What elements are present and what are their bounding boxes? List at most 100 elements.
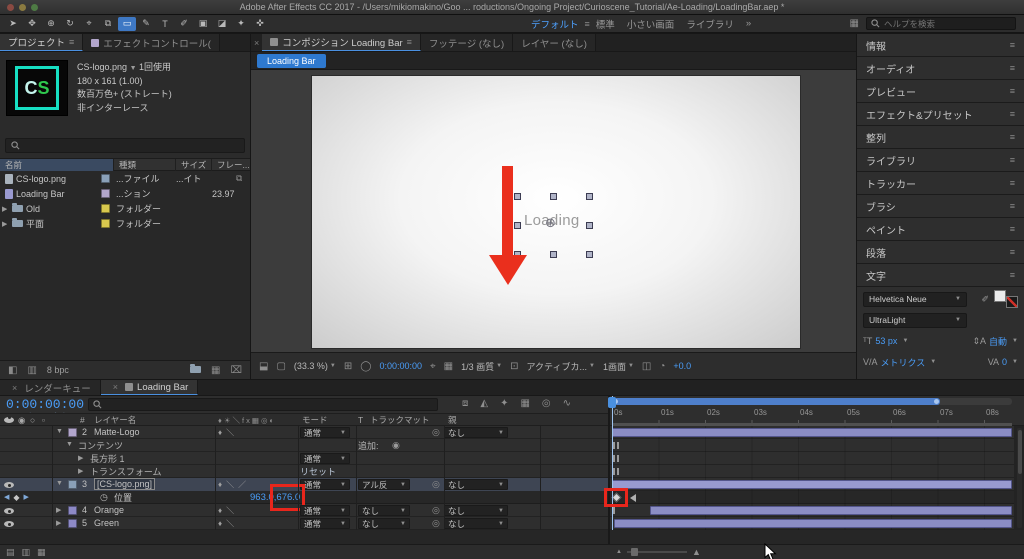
selection-handle[interactable] [586, 193, 593, 200]
snapshot-icon[interactable]: ▢ [276, 361, 285, 372]
panel-tab-brushes[interactable]: ブラシ ≡ [857, 195, 1024, 218]
trackmatte-dropdown[interactable]: なし ▼ [358, 518, 410, 529]
layer-duration-bar[interactable] [614, 519, 1012, 528]
column-header-layer-name[interactable]: レイヤー名 [94, 414, 136, 426]
label-color-chip[interactable] [101, 219, 110, 228]
layer-label-chip[interactable] [68, 480, 77, 489]
anchor-point-icon[interactable]: ⊕ [545, 215, 556, 231]
magnification-dropdown[interactable]: (33.3 %) ▼ [294, 361, 336, 371]
pan-behind-tool-icon[interactable]: ⧉ [99, 17, 117, 31]
add-keyframe-icon[interactable]: ◆ [13, 493, 19, 502]
toggle-layer-switches-icon[interactable]: ▤ [6, 547, 15, 558]
selection-handle[interactable] [550, 251, 557, 258]
eyedropper-icon[interactable]: ✐ [981, 294, 989, 305]
selection-tool-icon[interactable]: ➤ [4, 17, 22, 31]
column-header-mode[interactable]: モード [302, 414, 328, 426]
footage-thumbnail[interactable]: CS [6, 60, 68, 116]
panel-tab-effects-presets[interactable]: エフェクト&プリセット ≡ [857, 103, 1024, 126]
position-y-value[interactable]: ,676.0 [269, 483, 306, 511]
draft-3d-icon[interactable]: ◭ [480, 398, 488, 409]
panel-tab-tracker[interactable]: トラッカー ≡ [857, 172, 1024, 195]
blend-mode-dropdown[interactable]: 通常 ▼ [300, 453, 350, 464]
selection-handle[interactable] [586, 222, 593, 229]
panel-menu-icon[interactable]: ≡ [1010, 155, 1015, 165]
timeline-search-box[interactable] [88, 398, 438, 411]
column-header-number[interactable]: # [80, 414, 85, 426]
expander-icon[interactable]: ▶ [2, 205, 7, 213]
panel-tab-align[interactable]: 整列 ≡ [857, 126, 1024, 149]
graph-editor-icon[interactable]: ∿ [563, 398, 571, 409]
layer-duration-bar[interactable] [612, 428, 1012, 437]
layer-switches[interactable]: ♦＼ [218, 517, 238, 529]
layer-switches[interactable]: ♦＼ [218, 426, 238, 438]
comp-canvas[interactable]: Loading ⊕ [312, 76, 800, 348]
mask-visibility-icon[interactable]: ◯ [360, 361, 371, 372]
new-composition-icon[interactable]: ▦ [211, 365, 220, 376]
panel-menu-icon[interactable]: ≡ [1010, 63, 1015, 73]
delete-trash-icon[interactable]: ⌧ [230, 365, 242, 376]
tab-footage[interactable]: フッテージ (なし) [420, 34, 514, 51]
close-tab-icon[interactable]: × [110, 382, 121, 392]
project-row-cs-logo[interactable]: CS-logo.png ...ファイル ...イト ⧉ [0, 171, 250, 186]
label-color-chip[interactable] [101, 204, 110, 213]
panel-menu-icon[interactable]: ≡ [1010, 109, 1015, 119]
parent-dropdown[interactable]: なし ▼ [444, 505, 508, 516]
parent-pickwhip-icon[interactable]: ◎ [432, 427, 440, 438]
new-folder-icon[interactable] [190, 363, 202, 376]
comp-timecode[interactable]: 0:00:00:00 [379, 361, 422, 371]
parent-dropdown[interactable]: なし ▼ [444, 479, 508, 490]
grid-guides-icon[interactable]: ⊞ [344, 361, 352, 372]
visibility-eye-icon[interactable] [4, 521, 14, 527]
expander-icon[interactable]: ▼ [56, 428, 63, 435]
exposure-value[interactable]: +0.0 [673, 361, 691, 371]
fast-previews-icon[interactable]: ◔ [659, 361, 665, 372]
expander-icon[interactable]: ▼ [56, 480, 63, 487]
column-header-trackmatte[interactable]: トラックマット [370, 414, 430, 426]
expander-icon[interactable]: ▶ [78, 467, 83, 475]
panel-tab-libraries[interactable]: ライブラリ ≡ [857, 149, 1024, 172]
tab-project[interactable]: プロジェクト ≡ [0, 34, 84, 51]
layer-duration-bar[interactable] [650, 506, 1012, 515]
group-row-transform[interactable]: ▶ トランスフォーム リセット [0, 465, 1024, 478]
blend-mode-dropdown[interactable]: 通常 ▼ [300, 479, 350, 490]
roto-brush-tool-icon[interactable]: ✦ [232, 17, 250, 31]
help-search-input[interactable] [884, 18, 1011, 29]
toggle-transfer-controls-icon[interactable]: ▥ [22, 547, 31, 558]
parent-dropdown[interactable]: なし ▼ [444, 427, 508, 438]
hand-tool-icon[interactable]: ✥ [23, 17, 41, 31]
tab-timeline-loading-bar[interactable]: × Loading Bar [100, 380, 199, 395]
parent-pickwhip-icon[interactable]: ◎ [432, 505, 440, 516]
layer-row-orange[interactable]: ▶ 4 Orange ♦＼ 通常 ▼ なし ▼ ◎ なし ▼ [0, 504, 1024, 517]
layer-duration-bar[interactable] [612, 480, 1012, 489]
puppet-pin-tool-icon[interactable]: ✜ [251, 17, 269, 31]
show-channels-icon[interactable]: ▦ [444, 361, 453, 372]
expander-icon[interactable]: ▼ [66, 441, 73, 448]
time-navigator-track[interactable] [612, 398, 1012, 405]
workspace-overflow-chevron[interactable]: » [740, 18, 757, 29]
view-layout-dropdown[interactable]: 1画面 ▼ [603, 360, 634, 373]
group-label[interactable]: 長方形 1 [90, 452, 210, 464]
project-row-solids[interactable]: ▶ 平面 フォルダー [0, 216, 250, 231]
next-keyframe-icon[interactable]: ▶ [24, 493, 29, 501]
selection-handle[interactable] [550, 193, 557, 200]
layer-label-chip[interactable] [68, 428, 77, 437]
column-header-parent[interactable]: 親 [448, 414, 457, 426]
camera-snapshot-icon[interactable]: ⌖ [430, 361, 436, 372]
layer-row-cs-logo[interactable]: ▼ 3 [CS-logo.png] ♦＼／ 通常 ▼ アル反 ▼ ◎ なし ▼ [0, 478, 1024, 491]
layer-name[interactable]: Green [94, 517, 212, 529]
visibility-eye-icon[interactable] [4, 508, 14, 514]
expander-icon[interactable]: ▶ [56, 519, 61, 527]
font-style-dropdown[interactable]: UltraLight ▼ [863, 312, 967, 328]
blend-mode-dropdown[interactable]: 通常 ▼ [300, 427, 350, 438]
trackmatte-dropdown[interactable]: アル反 ▼ [358, 479, 410, 490]
selection-handle[interactable] [514, 193, 521, 200]
composition-flowchart-icon[interactable]: ⧈ [462, 398, 468, 409]
parent-pickwhip-icon[interactable]: ◎ [432, 479, 440, 490]
blend-mode-dropdown[interactable]: 通常 ▼ [300, 505, 350, 516]
layer-row-matte-logo[interactable]: ▼ 2 Matte-Logo ♦＼ 通常 ▼ ◎ なし ▼ [0, 426, 1024, 439]
frame-blending-icon[interactable]: ▦ [520, 398, 529, 409]
timeline-vertical-scrollbar[interactable] [1017, 428, 1022, 528]
stroke-color-swatch[interactable] [1006, 296, 1018, 308]
panel-tab-paragraph[interactable]: 段落 ≡ [857, 241, 1024, 264]
camera-tool-icon[interactable]: ⌖ [80, 17, 98, 31]
